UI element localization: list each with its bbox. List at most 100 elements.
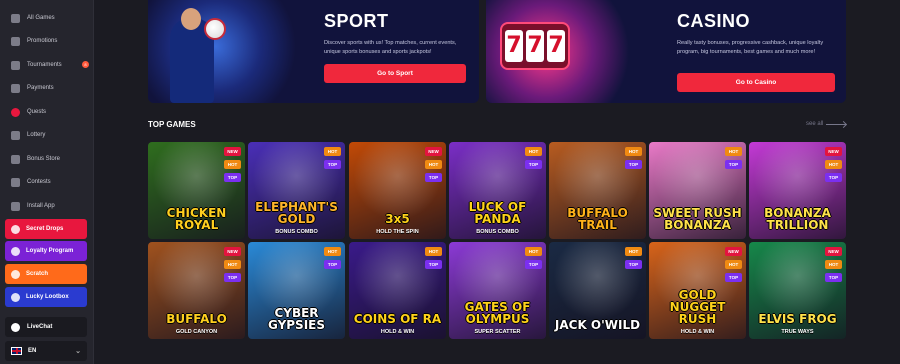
- tag-hot-badge: HOT: [725, 147, 742, 156]
- game-subtitle: HOLD & WIN: [380, 329, 415, 335]
- sidebar-item-label: Payments: [27, 85, 54, 91]
- promo-label: Loyalty Program: [26, 248, 74, 254]
- promo-lucky-lootbox[interactable]: Lucky Lootbox: [5, 287, 87, 307]
- game-tile[interactable]: HOT TOP GATES OF OLYMPUS SUPER SCATTER: [449, 242, 546, 339]
- see-all-link[interactable]: see all: [806, 121, 823, 127]
- game-subtitle: TRUE WAYS: [781, 329, 814, 335]
- slot-machine-icon: 7 7 7: [500, 22, 570, 70]
- game-tile[interactable]: HOT TOP BUFFALO TRAIL: [549, 142, 646, 239]
- tag-top-badge: TOP: [825, 173, 842, 182]
- top-games-heading: TOP GAMES: [148, 120, 196, 129]
- game-title: CHICKEN ROYAL: [166, 206, 227, 232]
- tag-top-badge: TOP: [625, 160, 642, 169]
- notification-badge: 8: [82, 61, 89, 68]
- quest-icon: [11, 107, 20, 117]
- tag-hot-badge: HOT: [425, 247, 442, 256]
- sidebar-item-promotions[interactable]: Promotions: [5, 31, 87, 51]
- promo-icon: [11, 292, 20, 302]
- tag-hot-badge: HOT: [224, 260, 241, 269]
- sidebar-item-label: Promotions: [27, 38, 58, 44]
- tag-hot-badge: HOT: [725, 260, 742, 269]
- sidebar-item-quests[interactable]: Quests: [5, 102, 87, 122]
- sidebar-item-tournaments[interactable]: Tournaments 8: [5, 55, 89, 75]
- game-title: BUFFALO: [166, 312, 227, 326]
- tag-new-badge: NEW: [825, 147, 842, 156]
- game-tile[interactable]: HOT TOP CYBER GYPSIES: [248, 242, 345, 339]
- tag-hot-badge: HOT: [825, 260, 842, 269]
- livechat-button[interactable]: LiveChat: [5, 317, 87, 337]
- sidebar: All Games Promotions Tournaments 8 Payments Q…: [0, 0, 94, 364]
- tag-new-badge: NEW: [425, 147, 442, 156]
- game-title: CYBER GYPSIES: [267, 306, 326, 332]
- game-tile[interactable]: NEW HOT TOP CHICKEN ROYAL: [148, 142, 245, 239]
- livechat-label: LiveChat: [27, 324, 53, 330]
- sidebar-item-label: All Games: [27, 15, 55, 21]
- football-icon: [204, 18, 226, 40]
- tag-hot-badge: HOT: [625, 147, 642, 156]
- promo-label: Secret Drops: [26, 226, 64, 232]
- grid-icon: [11, 13, 20, 23]
- go-to-casino-button[interactable]: Go to Casino: [677, 73, 835, 92]
- contest-icon: [11, 177, 20, 187]
- game-tile[interactable]: HOT TOP LUCK OF PANDA BONUS COMBO: [449, 142, 546, 239]
- tag-top-badge: TOP: [725, 160, 742, 169]
- sidebar-item-label: Lottery: [27, 132, 46, 138]
- tag-top-badge: TOP: [324, 260, 341, 269]
- game-title: LUCK OF PANDA: [468, 200, 527, 226]
- sidebar-item-label: Bonus Store: [27, 156, 61, 162]
- game-title: ELEPHANT'S GOLD: [255, 200, 338, 226]
- promo-secret-drops[interactable]: Secret Drops: [5, 219, 87, 239]
- tag-top-badge: TOP: [825, 273, 842, 282]
- sidebar-item-lottery[interactable]: Lottery: [5, 125, 87, 145]
- download-icon: [11, 201, 20, 211]
- tag-top-badge: TOP: [224, 173, 241, 182]
- promo-label: Lucky Lootbox: [26, 294, 69, 300]
- game-tile[interactable]: HOT TOP SWEET RUSH BONANZA: [649, 142, 746, 239]
- footballer-head: [181, 8, 201, 30]
- sport-banner[interactable]: SPORT Discover sports with us! Top match…: [148, 0, 479, 103]
- tag-new-badge: NEW: [224, 147, 241, 156]
- language-label: EN: [28, 348, 37, 354]
- sidebar-item-all-games[interactable]: All Games: [5, 8, 87, 28]
- game-tile[interactable]: HOT TOP COINS OF RA HOLD & WIN: [349, 242, 446, 339]
- go-to-sport-button[interactable]: Go to Sport: [324, 64, 466, 83]
- sidebar-item-payments[interactable]: Payments: [5, 78, 87, 98]
- arrow-right-icon[interactable]: [826, 124, 846, 125]
- casino-banner[interactable]: 7 7 7 CASINO Really tasty bonuses, progr…: [486, 0, 846, 103]
- sport-banner-art: [148, 0, 298, 103]
- sidebar-item-contests[interactable]: Contests: [5, 172, 87, 192]
- tag-top-badge: TOP: [525, 160, 542, 169]
- game-tile[interactable]: HOT TOP ELEPHANT'S GOLD BONUS COMBO: [248, 142, 345, 239]
- wallet-icon: [11, 83, 20, 93]
- game-tile[interactable]: HOT TOP JACK O'WILD: [549, 242, 646, 339]
- tag-hot-badge: HOT: [224, 160, 241, 169]
- tag-hot-badge: HOT: [425, 160, 442, 169]
- tag-hot-badge: HOT: [324, 247, 341, 256]
- sidebar-item-label: Quests: [27, 109, 47, 115]
- tag-top-badge: TOP: [725, 273, 742, 282]
- language-selector[interactable]: EN ⌄: [5, 341, 87, 361]
- casino-description: Really tasty bonuses, progressive cashba…: [677, 40, 824, 55]
- game-title: 3x5: [385, 212, 410, 226]
- tag-hot-badge: HOT: [625, 247, 642, 256]
- game-tile[interactable]: NEW HOT TOP ELVIS FROG TRUE WAYS: [749, 242, 846, 339]
- sport-description: Discover sports with us! Top matches, cu…: [324, 40, 457, 55]
- store-icon: [11, 154, 20, 164]
- casino-banner-art: 7 7 7: [486, 0, 636, 103]
- game-title: ELVIS FROG: [758, 312, 837, 326]
- gift-icon: [11, 36, 20, 46]
- sidebar-item-bonus-store[interactable]: Bonus Store: [5, 149, 87, 169]
- chevron-down-icon: ⌄: [75, 348, 81, 355]
- sidebar-item-install-app[interactable]: Install App: [5, 196, 87, 216]
- game-tile[interactable]: NEW HOT TOP BONANZA TRILLION: [749, 142, 846, 239]
- promo-loyalty-program[interactable]: Loyalty Program: [5, 241, 87, 261]
- tag-hot-badge: HOT: [525, 147, 542, 156]
- tag-top-badge: TOP: [525, 260, 542, 269]
- game-tile[interactable]: NEW HOT TOP GOLD NUGGET RUSH HOLD & WIN: [649, 242, 746, 339]
- ticket-icon: [11, 130, 20, 140]
- promo-scratch[interactable]: Scratch: [5, 264, 87, 284]
- game-tile[interactable]: NEW HOT TOP 3x5 HOLD THE SPIN: [349, 142, 446, 239]
- game-subtitle: BONUS COMBO: [275, 229, 318, 235]
- sidebar-item-label: Tournaments: [27, 62, 62, 68]
- game-tile[interactable]: NEW HOT TOP BUFFALO GOLD CANYON: [148, 242, 245, 339]
